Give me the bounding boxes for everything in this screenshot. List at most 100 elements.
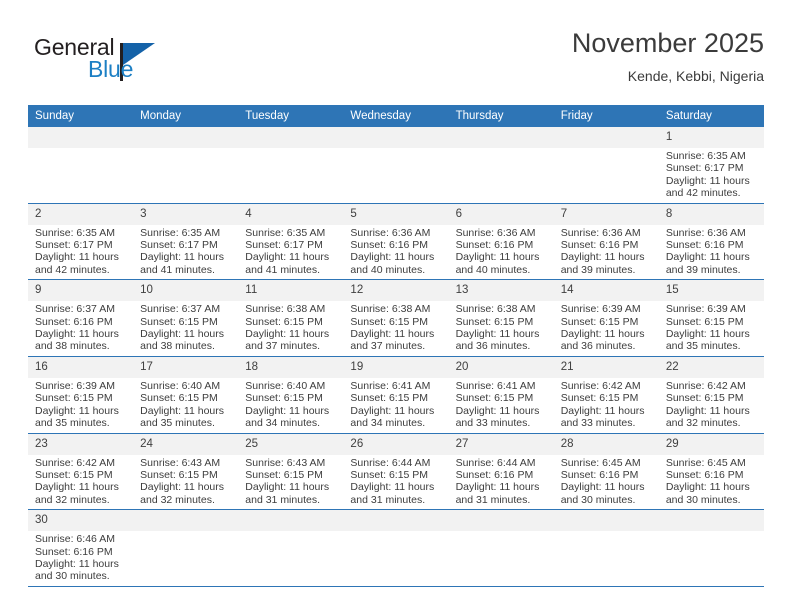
sunrise-text: Sunrise: 6:35 AM [665,150,746,162]
sunset-text: Sunset: 6:15 PM [350,392,429,405]
daylight-text: Daylight: 11 hours and 38 minutes. [35,328,119,353]
day-details: Sunrise: 6:36 AM Sunset: 6:16 PM Daylight:… [554,225,659,280]
sunrise-text: Sunrise: 6:45 AM [560,456,641,469]
sunrise-text: Sunrise: 6:38 AM [350,303,431,316]
sunrise-text: Sunrise: 6:39 AM [665,303,746,316]
calendar-day-cell-empty [28,127,134,204]
sunrise-text: Sunrise: 6:39 AM [560,303,641,316]
calendar-day-cell[interactable]: 9 Sunrise: 6:37 AM Sunset: 6:16 PM Daylight… [28,279,134,357]
sunrise-text: Sunrise: 6:42 AM [35,456,115,469]
daylight-text: Daylight: 11 hours and 33 minutes. [455,404,540,430]
daylight-text: Daylight: 11 hours and 30 minutes. [35,557,119,583]
day-number [133,510,239,532]
sunrise-text: Sunrise: 6:41 AM [455,379,536,392]
calendar-day-cell[interactable]: 11 Sunrise: 6:38 AM Sunset: 6:15 PM Dayligh… [238,279,344,357]
location-subtitle: Kende, Kebbi, Nigeria [627,68,764,84]
day-number: 18 [238,356,344,378]
calendar-day-cell[interactable]: 21 Sunrise: 6:42 AM Sunset: 6:15 PM Dayligh… [553,356,659,434]
daylight-text: Daylight: 11 hours and 38 minutes. [140,328,224,353]
day-number: 20 [448,356,554,378]
calendar-day-cell[interactable]: 7 Sunrise: 6:36 AM Sunset: 6:16 PM Daylight… [553,203,659,281]
calendar-day-cell[interactable]: 26 Sunrise: 6:44 AM Sunset: 6:15 PM Dayligh… [343,433,449,511]
day-number: 7 [553,203,659,225]
day-details: Sunrise: 6:42 AM Sunset: 6:15 PM Daylight:… [28,455,133,510]
day-number: 13 [448,280,554,302]
page-title: November 2025 [571,28,764,58]
sunrise-text: Sunrise: 6:42 AM [560,379,641,392]
calendar-day-cell[interactable]: 17 Sunrise: 6:40 AM Sunset: 6:15 PM Dayligh… [133,356,239,434]
day-number: 24 [133,433,239,455]
calendar-day-cell[interactable]: 4 Sunrise: 6:35 AM Sunset: 6:17 PM Daylight… [238,203,344,281]
sunset-text: Sunset: 6:15 PM [350,315,429,328]
calendar-day-cell[interactable]: 12 Sunrise: 6:38 AM Sunset: 6:15 PM Dayligh… [343,279,449,357]
calendar-day-cell[interactable]: 6 Sunrise: 6:36 AM Sunset: 6:16 PM Daylight… [448,203,554,281]
calendar-day-cell-empty [448,127,554,204]
day-details: Sunrise: 6:42 AM Sunset: 6:15 PM Daylight:… [659,378,764,433]
daylight-text: Daylight: 11 hours and 36 minutes. [560,328,645,353]
calendar-day-cell-empty [343,127,449,204]
day-details: Sunrise: 6:39 AM Sunset: 6:15 PM Daylight:… [28,378,133,433]
weekday-header-saturday: Saturday [658,105,764,127]
sunset-text: Sunset: 6:15 PM [560,315,639,328]
calendar-day-cell[interactable]: 13 Sunrise: 6:38 AM Sunset: 6:15 PM Dayligh… [448,279,554,357]
daylight-text: Daylight: 11 hours and 37 minutes. [245,328,330,353]
calendar-day-cell[interactable]: 5 Sunrise: 6:36 AM Sunset: 6:16 PM Daylight… [343,203,449,281]
calendar-day-cell[interactable]: 18 Sunrise: 6:40 AM Sunset: 6:15 PM Dayligh… [238,356,344,434]
day-details: Sunrise: 6:45 AM Sunset: 6:16 PM Daylight:… [554,455,659,510]
calendar-day-cell-empty [133,509,239,587]
calendar-week-row: 23 Sunrise: 6:42 AM Sunset: 6:15 PM Dayligh… [28,433,764,511]
daylight-text: Daylight: 11 hours and 39 minutes. [560,251,645,276]
day-number [448,127,554,148]
day-details: Sunrise: 6:37 AM Sunset: 6:15 PM Daylight:… [133,301,238,356]
calendar-day-cell-empty [658,509,764,587]
calendar-day-cell-empty [448,509,554,587]
calendar-page: General Blue November 2025 Kende, Kebbi,… [0,0,792,612]
day-number [133,127,239,148]
sunrise-text: Sunrise: 6:36 AM [560,226,641,239]
daylight-text: Daylight: 11 hours and 39 minutes. [665,251,750,276]
daylight-text: Daylight: 11 hours and 35 minutes. [665,328,750,353]
daylight-text: Daylight: 11 hours and 34 minutes. [350,404,435,430]
sunset-text: Sunset: 6:15 PM [245,392,323,405]
calendar-day-cell[interactable]: 14 Sunrise: 6:39 AM Sunset: 6:15 PM Dayligh… [553,279,659,357]
calendar-day-cell[interactable]: 24 Sunrise: 6:43 AM Sunset: 6:15 PM Dayligh… [133,433,239,511]
calendar-day-cell[interactable]: 15 Sunrise: 6:39 AM Sunset: 6:15 PM Dayligh… [658,279,764,357]
calendar-day-cell[interactable]: 29 Sunrise: 6:45 AM Sunset: 6:16 PM Dayligh… [658,433,764,511]
calendar-day-cell[interactable]: 30 Sunrise: 6:46 AM Sunset: 6:16 PM Dayligh… [28,509,134,587]
calendar-header-row: Sunday Monday Tuesday Wednesday Thursday… [28,105,764,127]
weekday-header-monday: Monday [133,105,239,127]
calendar-day-cell[interactable]: 1 Sunrise: 6:35 AM Sunset: 6:17 PM Daylight… [658,127,764,204]
general-blue-logo[interactable]: General Blue [28,34,208,92]
sunrise-text: Sunrise: 6:43 AM [245,456,326,469]
calendar-day-cell[interactable]: 25 Sunrise: 6:43 AM Sunset: 6:15 PM Dayligh… [238,433,344,511]
sunrise-text: Sunrise: 6:41 AM [350,379,431,392]
calendar-day-cell[interactable]: 20 Sunrise: 6:41 AM Sunset: 6:15 PM Dayligh… [448,356,554,434]
calendar-day-cell[interactable]: 8 Sunrise: 6:36 AM Sunset: 6:16 PM Daylight… [658,203,764,281]
calendar-day-cell[interactable]: 10 Sunrise: 6:37 AM Sunset: 6:15 PM Dayligh… [133,279,239,357]
sunrise-text: Sunrise: 6:44 AM [350,456,431,469]
calendar-day-cell[interactable]: 16 Sunrise: 6:39 AM Sunset: 6:15 PM Dayligh… [28,356,134,434]
day-details: Sunrise: 6:36 AM Sunset: 6:16 PM Daylight:… [343,225,448,280]
sunset-text: Sunset: 6:16 PM [350,239,429,252]
daylight-text: Daylight: 11 hours and 37 minutes. [350,328,435,353]
daylight-text: Daylight: 11 hours and 31 minutes. [455,481,540,506]
calendar-day-cell[interactable]: 19 Sunrise: 6:41 AM Sunset: 6:15 PM Dayligh… [343,356,449,434]
calendar-day-cell[interactable]: 3 Sunrise: 6:35 AM Sunset: 6:17 PM Daylight… [133,203,239,281]
calendar-day-cell-empty [553,509,659,587]
daylight-text: Daylight: 11 hours and 36 minutes. [455,328,540,353]
calendar-day-cell[interactable]: 23 Sunrise: 6:42 AM Sunset: 6:15 PM Dayligh… [28,433,134,511]
day-number: 17 [133,356,239,378]
day-number: 26 [343,433,449,455]
sunrise-text: Sunrise: 6:36 AM [350,226,431,239]
day-number: 25 [238,433,344,455]
day-details: Sunrise: 6:43 AM Sunset: 6:15 PM Daylight:… [133,455,238,510]
sunset-text: Sunset: 6:15 PM [560,392,639,405]
calendar-day-cell[interactable]: 28 Sunrise: 6:45 AM Sunset: 6:16 PM Dayligh… [553,433,659,511]
calendar-day-cell[interactable]: 22 Sunrise: 6:42 AM Sunset: 6:15 PM Dayligh… [658,356,764,434]
title-block: November 2025 Kende, Kebbi, Nigeria [572,26,764,86]
calendar-day-cell[interactable]: 2 Sunrise: 6:35 AM Sunset: 6:17 PM Daylight… [28,203,134,281]
day-number: 30 [28,510,134,532]
day-details: Sunrise: 6:46 AM Sunset: 6:16 PM Daylight:… [28,531,133,586]
sunrise-text: Sunrise: 6:36 AM [665,226,746,239]
calendar-day-cell[interactable]: 27 Sunrise: 6:44 AM Sunset: 6:16 PM Dayligh… [448,433,554,511]
